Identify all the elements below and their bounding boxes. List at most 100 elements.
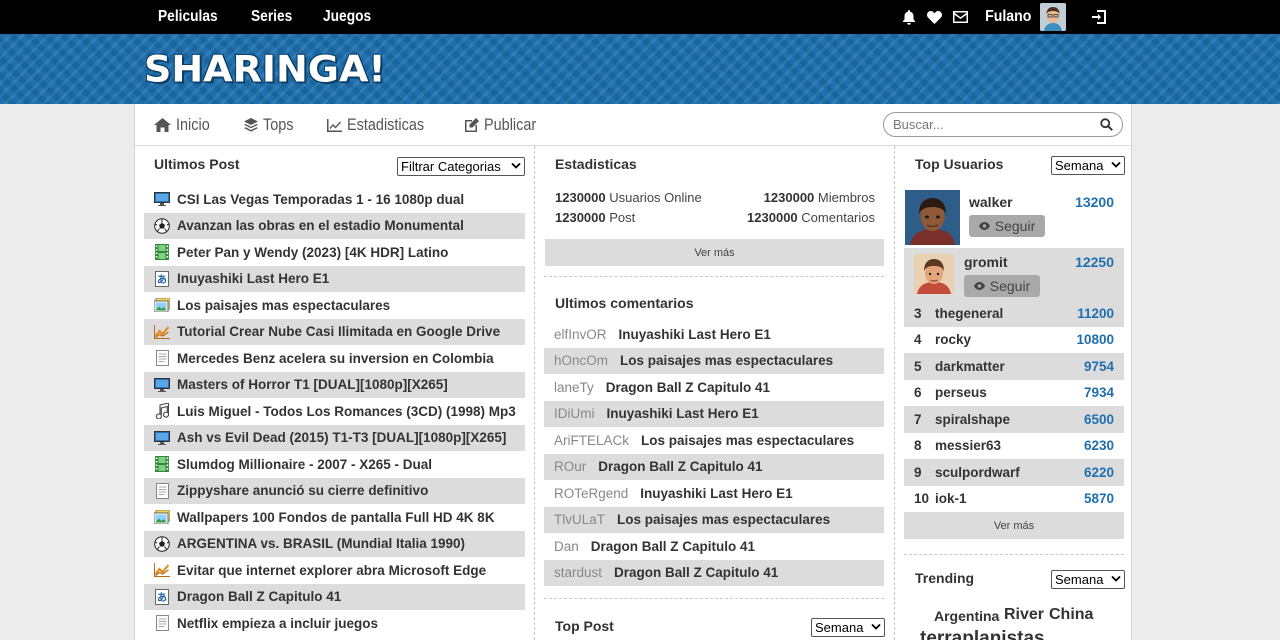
top-usuarios-period-select[interactable]: Semana [1051,156,1125,175]
post-title[interactable]: Inuyashiki Last Hero E1 [177,271,329,286]
post-row[interactable]: Slumdog Millionaire - 2007 - X265 - Dual [144,451,525,478]
post-row[interactable]: Mercedes Benz acelera su inversion en Co… [144,345,525,372]
post-title[interactable]: Luis Miguel - Todos Los Romances (3CD) (… [177,404,516,419]
nav-juegos[interactable]: Juegos [323,8,371,26]
comment-post[interactable]: Los paisajes mas espectaculares [617,512,830,527]
post-title[interactable]: Tutorial Crear Nube Casi Ilimitada en Go… [177,324,500,339]
post-row[interactable]: Luis Miguel - Todos Los Romances (3CD) (… [144,398,525,425]
post-row[interactable]: Los paisajes mas espectaculares [144,292,525,319]
avatar[interactable] [914,254,954,294]
search-icon[interactable] [1100,118,1113,136]
post-title[interactable]: Masters of Horror T1 [DUAL][1080p][X265] [177,377,448,392]
user-name[interactable]: rocky [935,332,971,347]
post-row[interactable]: Masters of Horror T1 [DUAL][1080p][X265] [144,371,525,398]
user-name[interactable]: perseus [935,385,987,400]
comment-row[interactable]: elfInvOR Inuyashiki Last Hero E1 [544,321,884,348]
trending-tag[interactable]: River [1004,606,1044,624]
post-row[interactable]: あ Dragon Ball Z Capitulo 41 [144,583,525,610]
mail-icon[interactable] [948,0,974,34]
ranking-row[interactable]: 8 messier63 6230 [904,433,1124,460]
ranking-row[interactable]: 4 rocky 10800 [904,327,1124,354]
comment-post[interactable]: Los paisajes mas espectaculares [620,353,833,368]
bell-icon[interactable] [896,0,922,34]
comment-post[interactable]: Inuyashiki Last Hero E1 [640,486,792,501]
comment-post[interactable]: Inuyashiki Last Hero E1 [619,327,771,342]
subnav-estadisticas[interactable]: Estadisticas [326,115,438,135]
post-row[interactable]: CSI Las Vegas Temporadas 1 - 16 1080p du… [144,186,525,213]
comment-row[interactable]: ROTeRgend Inuyashiki Last Hero E1 [544,480,884,507]
user-name[interactable]: gromit [964,254,1008,270]
trending-tag[interactable]: terraplanistas [920,628,1045,640]
subnav-inicio[interactable]: Inicio [154,115,216,135]
username[interactable]: Fulano [985,8,1031,26]
comment-user[interactable]: elfInvOR [554,327,607,342]
post-title[interactable]: Evitar que internet explorer abra Micros… [177,563,486,578]
ranking-row[interactable]: 10 iok-1 5870 [904,486,1124,513]
post-row[interactable]: Avanzan las obras en el estadio Monument… [144,212,525,239]
comment-row[interactable]: Dan Dragon Ball Z Capitulo 41 [544,533,884,560]
user-name[interactable]: iok-1 [935,491,967,506]
user-avatar[interactable] [1040,3,1066,31]
comment-post[interactable]: Dragon Ball Z Capitulo 41 [598,459,762,474]
top-post-period-select[interactable]: Semana [811,618,885,637]
post-title[interactable]: Avanzan las obras en el estadio Monument… [177,218,464,233]
ranking-row[interactable]: 9 sculpordwarf 6220 [904,459,1124,486]
nav-peliculas[interactable]: Peliculas [158,8,218,26]
post-title[interactable]: Dragon Ball Z Capitulo 41 [177,589,341,604]
comment-row[interactable]: ROur Dragon Ball Z Capitulo 41 [544,453,884,480]
featured-user[interactable]: walker 13200 Seguir [904,186,1124,248]
post-title[interactable]: Peter Pan y Wendy (2023) [4K HDR] Latino [177,245,448,260]
comment-post[interactable]: Dragon Ball Z Capitulo 41 [606,380,770,395]
search-input[interactable] [893,117,1093,132]
avatar[interactable] [905,190,960,245]
search-box[interactable] [883,112,1123,137]
comment-row[interactable]: hOncOm Los paisajes mas espectaculares [544,347,884,374]
post-title[interactable]: Los paisajes mas espectaculares [177,298,390,313]
user-name[interactable]: thegeneral [935,306,1003,321]
post-row[interactable]: Peter Pan y Wendy (2023) [4K HDR] Latino [144,239,525,266]
comment-row[interactable]: AriFTELACk Los paisajes mas espectaculare… [544,427,884,454]
comment-row[interactable]: stardust Dragon Ball Z Capitulo 41 [544,559,884,586]
featured-user[interactable]: gromit 12250 Seguir [904,248,1124,300]
post-row[interactable]: Tutorial Crear Nube Casi Ilimitada en Go… [144,318,525,345]
comment-user[interactable]: stardust [554,565,602,580]
comment-post[interactable]: Dragon Ball Z Capitulo 41 [614,565,778,580]
post-title[interactable]: Zippyshare anunció su cierre definitivo [177,483,428,498]
post-title[interactable]: Netflix empieza a incluir juegos [177,616,378,631]
heart-icon[interactable] [922,0,948,34]
comment-row[interactable]: IDiUmi Inuyashiki Last Hero E1 [544,400,884,427]
ranking-row[interactable]: 7 spiralshape 6500 [904,406,1124,433]
trending-tag[interactable]: China [1049,606,1093,624]
user-name[interactable]: walker [969,194,1013,210]
post-row[interactable]: Wallpapers 100 Fondos de pantalla Full H… [144,504,525,531]
comment-user[interactable]: hOncOm [554,353,608,368]
post-title[interactable]: Ash vs Evil Dead (2015) T1-T3 [DUAL][108… [177,430,506,445]
post-title[interactable]: Mercedes Benz acelera su inversion en Co… [177,351,494,366]
comment-user[interactable]: AriFTELACk [554,433,629,448]
nav-series[interactable]: Series [251,8,292,26]
user-name[interactable]: messier63 [935,438,1001,453]
follow-button[interactable]: Seguir [964,275,1040,297]
post-title[interactable]: CSI Las Vegas Temporadas 1 - 16 1080p du… [177,192,464,207]
post-row[interactable]: あ Inuyashiki Last Hero E1 [144,265,525,292]
comment-post[interactable]: Inuyashiki Last Hero E1 [607,406,759,421]
user-name[interactable]: sculpordwarf [935,465,1020,480]
post-row[interactable]: Zippyshare anunció su cierre definitivo [144,477,525,504]
comment-user[interactable]: IDiUmi [554,406,595,421]
subnav-publicar[interactable]: Publicar [465,115,545,135]
ranking-row[interactable]: 6 perseus 7934 [904,380,1124,407]
follow-button[interactable]: Seguir [969,215,1045,237]
user-name[interactable]: darkmatter [935,359,1005,374]
ranking-row[interactable]: 3 thegeneral 11200 [904,300,1124,327]
post-row[interactable]: Ash vs Evil Dead (2015) T1-T3 [DUAL][108… [144,424,525,451]
post-row[interactable]: ARGENTINA vs. BRASIL (Mundial Italia 199… [144,530,525,557]
comment-user[interactable]: ROTeRgend [554,486,628,501]
trending-period-select[interactable]: Semana [1051,570,1125,589]
comment-user[interactable]: Dan [554,539,579,554]
ranking-row[interactable]: 5 darkmatter 9754 [904,353,1124,380]
trending-tag[interactable]: Argentina [934,608,999,624]
post-title[interactable]: ARGENTINA vs. BRASIL (Mundial Italia 199… [177,536,465,551]
comment-post[interactable]: Dragon Ball Z Capitulo 41 [591,539,755,554]
comment-user[interactable]: laneTy [554,380,594,395]
post-title[interactable]: Slumdog Millionaire - 2007 - X265 - Dual [177,457,432,472]
